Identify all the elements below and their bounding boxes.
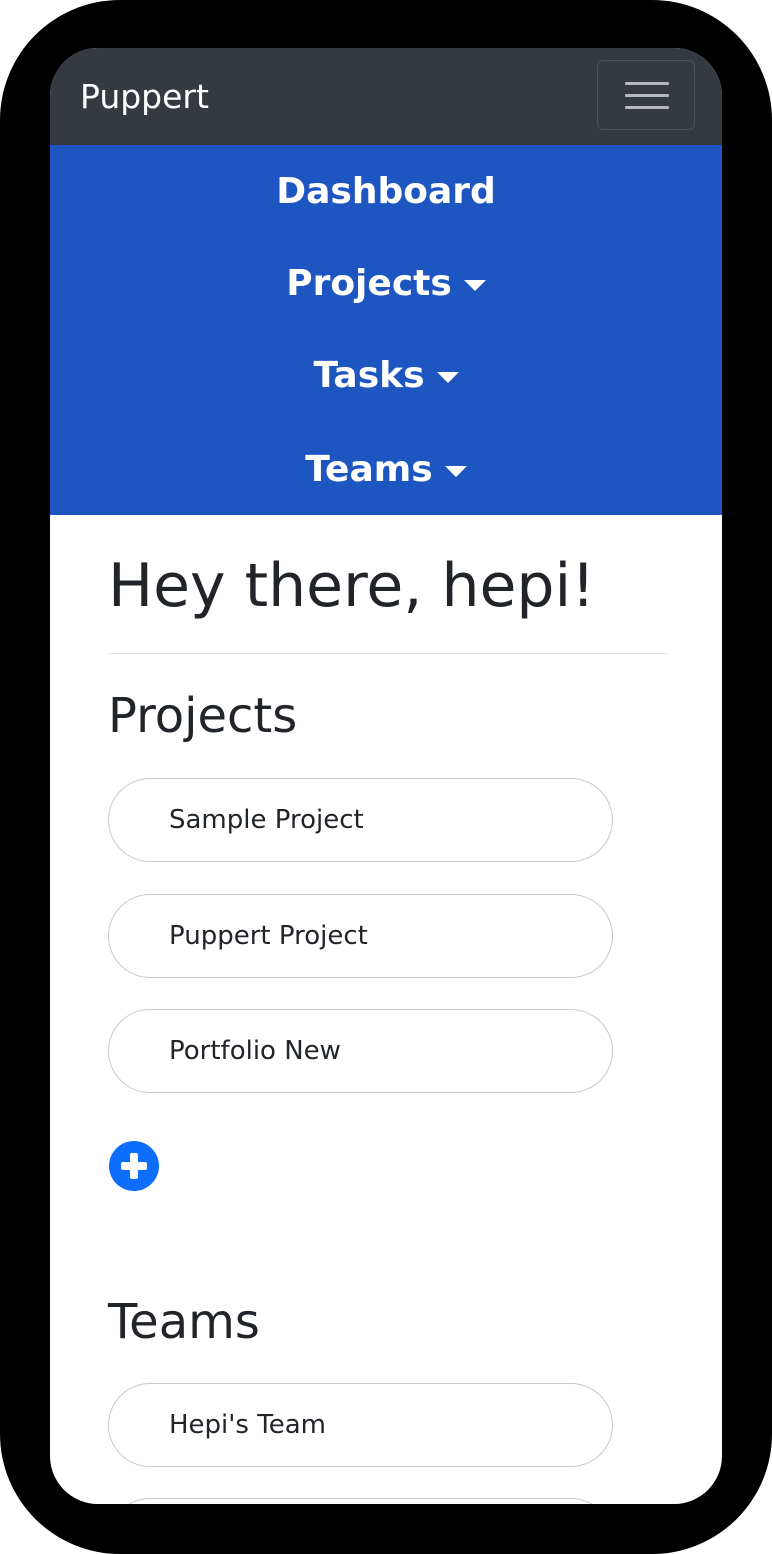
project-item[interactable]: Portfolio New: [108, 1009, 613, 1093]
nav-item-dashboard[interactable]: Dashboard: [50, 145, 722, 237]
project-item-label: Sample Project: [169, 805, 364, 835]
plus-circle-icon-stem: [130, 1153, 138, 1179]
project-item-label: Puppert Project: [169, 921, 368, 951]
page-greeting: Hey there, hepi!: [108, 551, 596, 621]
nav-item-teams[interactable]: Teams: [50, 423, 722, 515]
app-screen: Puppert Dashboard Projects Tasks Teams H…: [50, 48, 722, 1504]
nav-item-label: Teams: [305, 448, 433, 490]
hamburger-icon-bar: [625, 94, 669, 97]
top-navbar: Puppert: [50, 48, 722, 145]
project-item-label: Portfolio New: [169, 1036, 341, 1066]
teams-heading: Teams: [108, 1294, 260, 1350]
main-nav-menu: Dashboard Projects Tasks Teams: [50, 145, 722, 515]
project-item[interactable]: Sample Project: [108, 778, 613, 862]
team-item-label: Hepi's Team: [169, 1410, 326, 1440]
divider: [108, 653, 668, 654]
hamburger-icon-bar: [625, 106, 669, 109]
projects-heading: Projects: [108, 688, 298, 744]
device-frame: Puppert Dashboard Projects Tasks Teams H…: [0, 0, 772, 1554]
nav-item-tasks[interactable]: Tasks: [50, 329, 722, 421]
nav-item-projects[interactable]: Projects: [50, 237, 722, 329]
nav-item-label: Dashboard: [276, 170, 496, 212]
add-project-button[interactable]: [109, 1141, 159, 1191]
caret-down-icon: [436, 371, 459, 383]
caret-down-icon: [463, 279, 486, 291]
nav-item-label: Projects: [286, 262, 452, 304]
brand-logo[interactable]: Puppert: [80, 76, 209, 118]
hamburger-icon: [625, 82, 669, 85]
caret-down-icon: [444, 465, 467, 477]
team-item-partial[interactable]: [108, 1498, 613, 1504]
project-item[interactable]: Puppert Project: [108, 894, 613, 978]
menu-toggle-button[interactable]: [597, 60, 695, 130]
nav-item-label: Tasks: [313, 354, 425, 396]
team-item[interactable]: Hepi's Team: [108, 1383, 613, 1467]
